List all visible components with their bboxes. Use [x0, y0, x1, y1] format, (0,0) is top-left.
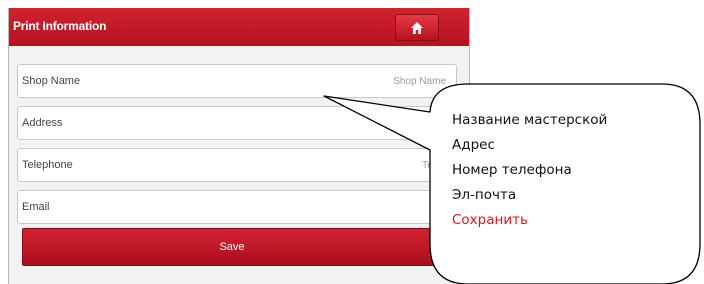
callout-line-address: Адрес [452, 137, 495, 153]
callout-line-email: Эл-почта [452, 187, 517, 203]
callout-line-shop-name: Название мастерской [452, 112, 608, 128]
callout-text: Название мастерской Адрес Номер телефона… [452, 108, 607, 233]
callout-line-telephone: Номер телефона [452, 162, 572, 178]
callout-line-save: Сохранить [452, 212, 528, 228]
